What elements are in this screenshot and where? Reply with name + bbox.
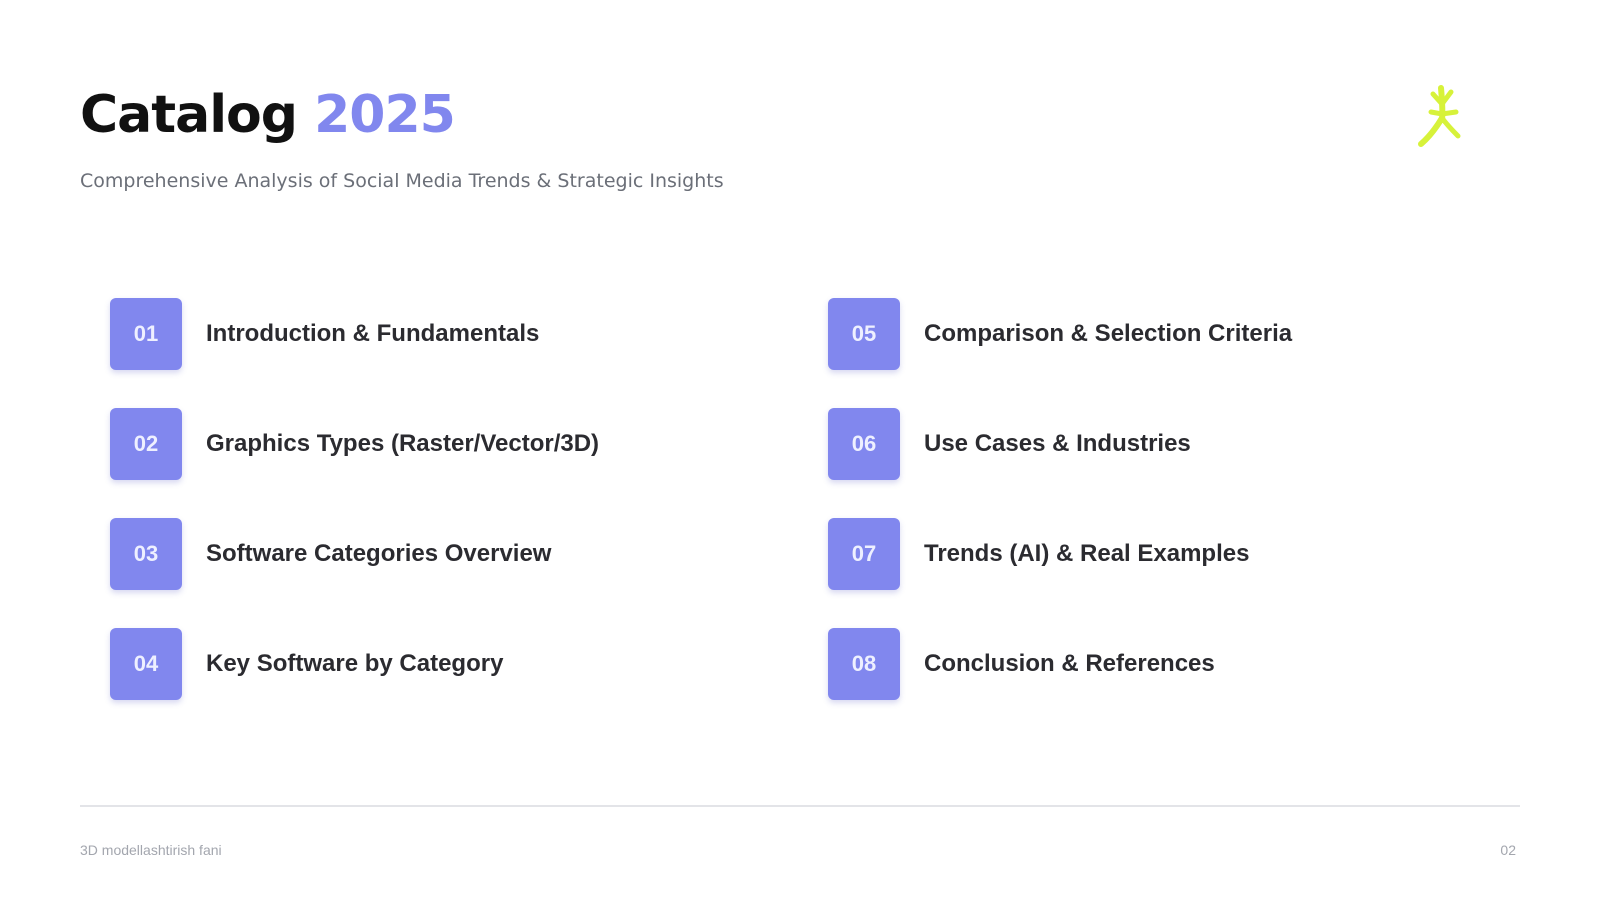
toc-item-label: Software Categories Overview [206,540,552,567]
footer-divider [80,805,1520,807]
table-of-contents: 01 Introduction & Fundamentals 02 Graphi… [110,298,1550,700]
slide: Catalog 2025 Comprehensive Analysis of S… [0,0,1600,899]
toc-item-06[interactable]: 06 Use Cases & Industries [828,408,1191,480]
toc-item-03[interactable]: 03 Software Categories Overview [110,518,551,590]
toc-item-label: Comparison & Selection Criteria [924,320,1293,347]
toc-item-label: Introduction & Fundamentals [206,320,540,347]
toc-item-07[interactable]: 07 Trends (AI) & Real Examples [828,518,1249,590]
toc-item-label: Graphics Types (Raster/Vector/3D) [206,430,600,457]
toc-item-label: Trends (AI) & Real Examples [924,540,1250,567]
toc-item-label: Conclusion & References [924,650,1215,677]
toc-number-badge: 08 [828,628,900,700]
toc-item-04[interactable]: 04 Key Software by Category [110,628,503,700]
toc-item-01[interactable]: 01 Introduction & Fundamentals [110,298,539,370]
toc-item-08[interactable]: 08 Conclusion & References [828,628,1215,700]
footer-page-number: 02 [1500,842,1516,858]
toc-number-badge: 07 [828,518,900,590]
toc-item-02[interactable]: 02 Graphics Types (Raster/Vector/3D) [110,408,599,480]
spark-figure-icon [1412,82,1472,152]
toc-item-label: Use Cases & Industries [924,430,1191,457]
toc-number-badge: 02 [110,408,182,480]
footer-course-name: 3D modellashtirish fani [80,842,222,858]
toc-number-badge: 04 [110,628,182,700]
toc-number-badge: 01 [110,298,182,370]
toc-number-badge: 03 [110,518,182,590]
toc-item-label: Key Software by Category [206,650,504,677]
page-title: Catalog 2025 [80,85,456,146]
toc-item-05[interactable]: 05 Comparison & Selection Criteria [828,298,1292,370]
title-accent: 2025 [314,85,456,145]
title-main: Catalog [80,85,298,145]
toc-number-badge: 05 [828,298,900,370]
toc-number-badge: 06 [828,408,900,480]
page-subtitle: Comprehensive Analysis of Social Media T… [80,170,724,192]
